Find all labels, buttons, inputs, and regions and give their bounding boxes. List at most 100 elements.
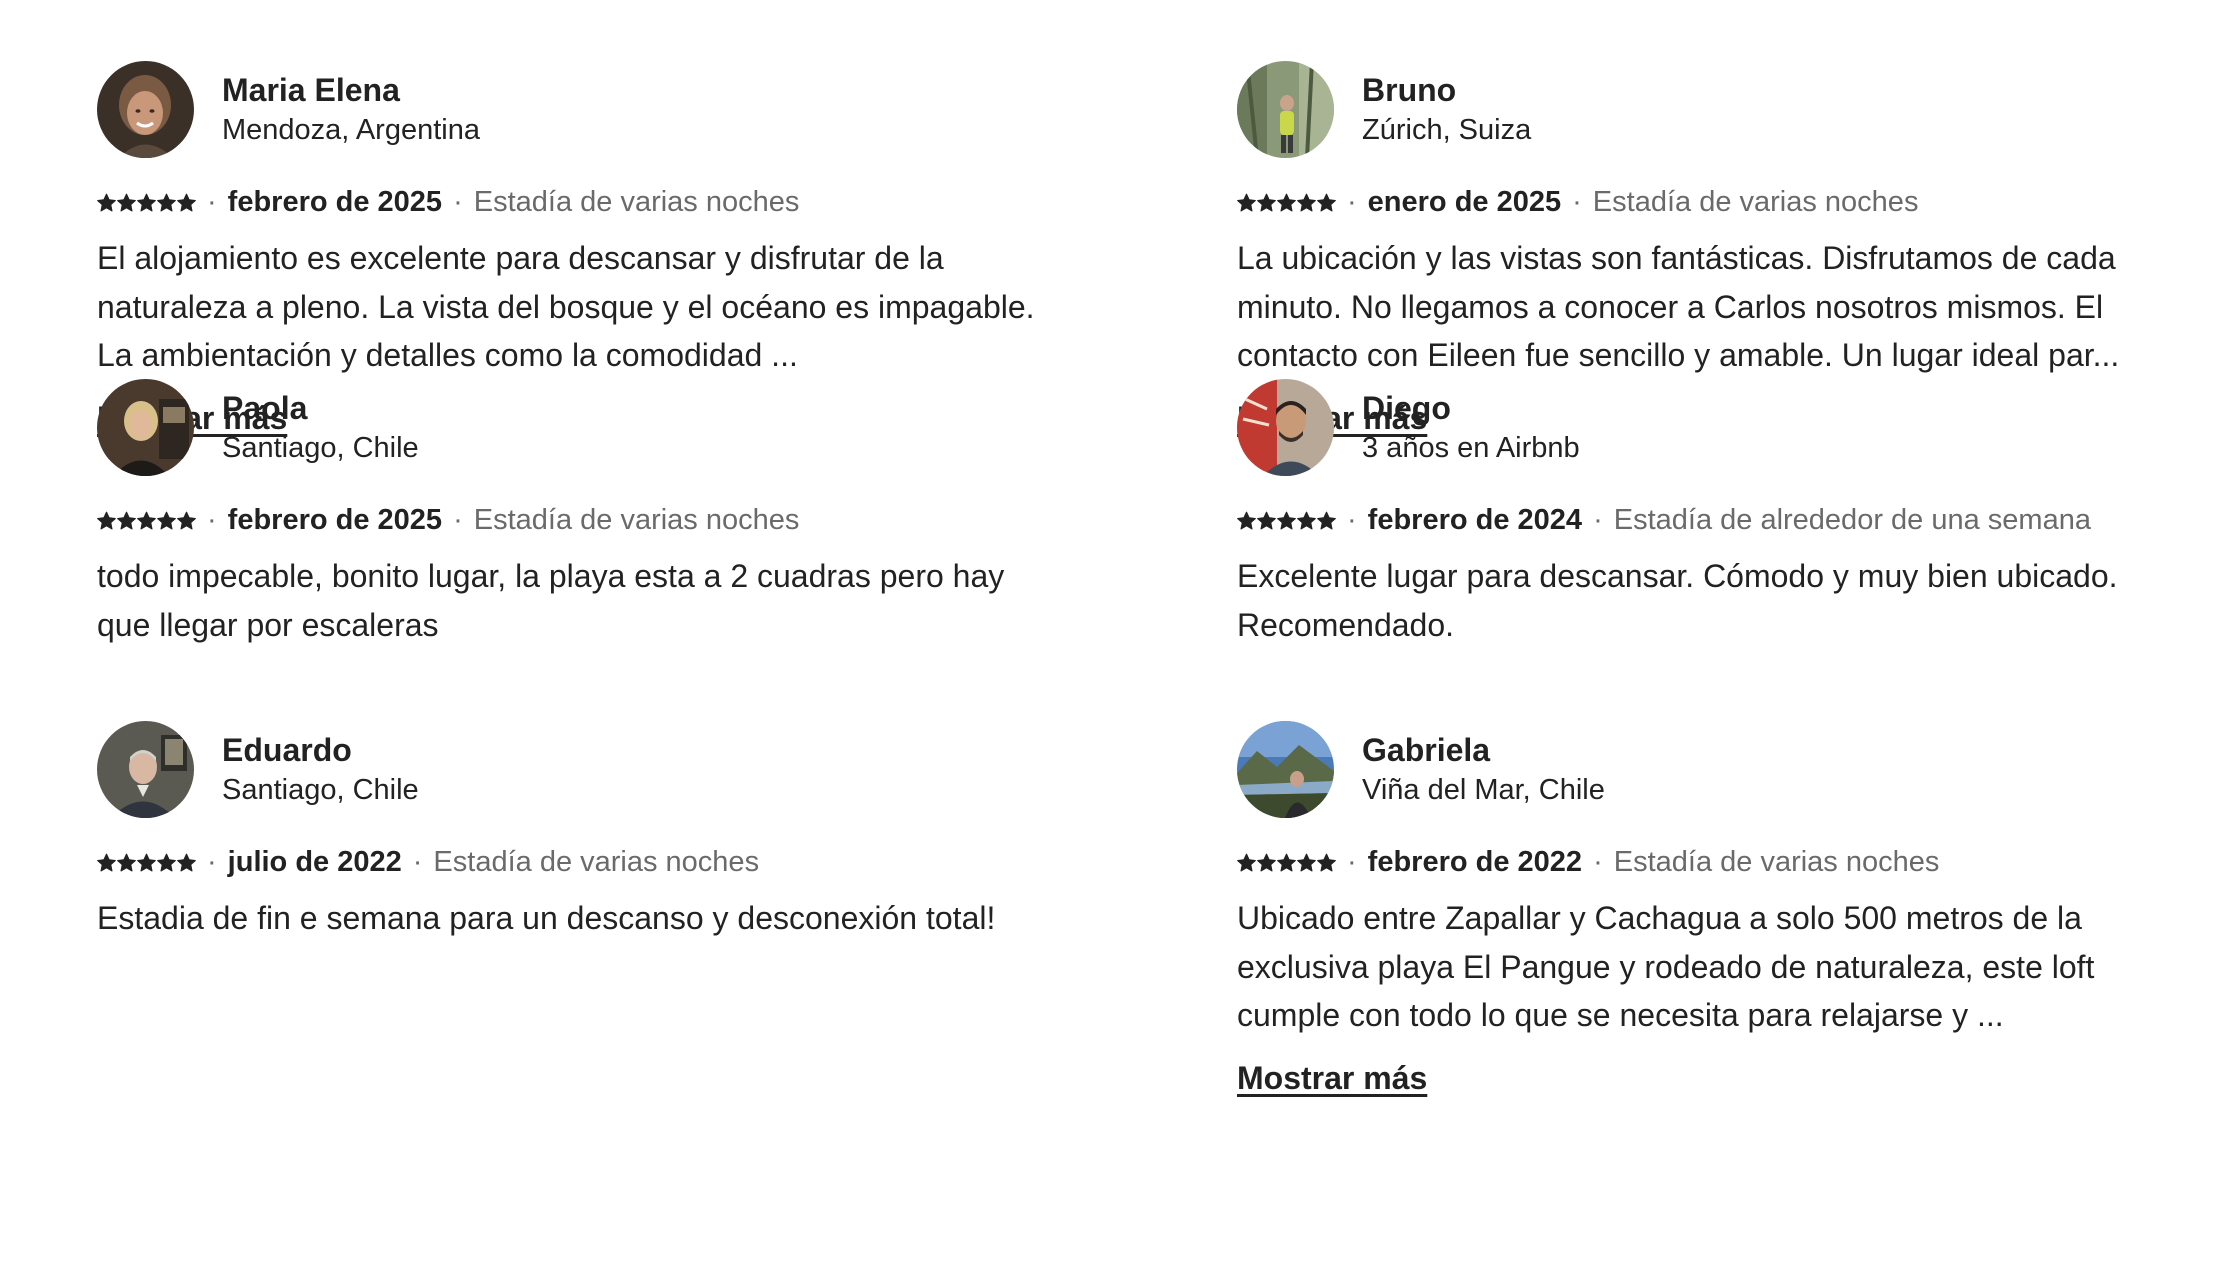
review-meta: · febrero de 2025 · Estadía de varias no… [97, 182, 1057, 222]
separator-dot: · [1347, 846, 1357, 878]
review-text: El alojamiento es excelente para descans… [97, 240, 1035, 373]
reviews-grid: Maria Elena Mendoza, Argentina · febrero… [97, 61, 2157, 1098]
avatar[interactable] [97, 721, 194, 818]
rating-stars [1237, 193, 1336, 212]
review-meta: · febrero de 2024 · Estadía de alrededor… [1237, 500, 2197, 540]
review-header: Gabriela Viña del Mar, Chile [1237, 721, 2197, 818]
review-meta: · febrero de 2022 · Estadía de varias no… [1237, 842, 2197, 882]
review-meta: · febrero de 2025 · Estadía de varias no… [97, 500, 1057, 540]
reviewer-name: Paola [222, 389, 308, 426]
star-icon [1237, 511, 1256, 530]
review-header: Bruno Zúrich, Suiza [1237, 61, 2197, 158]
review-date: febrero de 2024 [1367, 504, 1583, 536]
stay-type: Estadía de varias noches [473, 186, 800, 218]
star-icon [1237, 193, 1256, 212]
star-icon [97, 193, 116, 212]
rating-stars [1237, 853, 1336, 872]
review-header: Maria Elena Mendoza, Argentina [97, 61, 1057, 158]
avatar[interactable] [97, 379, 194, 476]
review-meta: · enero de 2025 · Estadía de varias noch… [1237, 182, 2197, 222]
star-icon [1297, 193, 1316, 212]
review-header: Eduardo Santiago, Chile [97, 721, 1057, 818]
avatar[interactable] [97, 61, 194, 158]
separator-dot: · [207, 504, 217, 536]
review-date: julio de 2022 [227, 846, 402, 878]
review-header: Paola Santiago, Chile [97, 379, 1057, 476]
star-icon [1277, 511, 1296, 530]
stay-type: Estadía de varias noches [1592, 186, 1919, 218]
star-icon [1237, 853, 1256, 872]
review-card: Diego 3 años en Airbnb · febrero de 2024… [1237, 379, 2197, 721]
reviewer-name: Diego [1362, 389, 1451, 426]
reviewer-location: Mendoza, Argentina [222, 113, 480, 146]
star-icon [137, 853, 156, 872]
review-text: Excelente lugar para descansar. Cómodo y… [1237, 558, 2118, 643]
star-icon [157, 193, 176, 212]
review-date: febrero de 2025 [227, 504, 443, 536]
review-card: Eduardo Santiago, Chile · julio de 2022 … [97, 721, 1057, 1098]
stay-type: Estadía de alrededor de una semana [1613, 504, 2091, 536]
review-date: febrero de 2022 [1367, 846, 1583, 878]
star-icon [157, 853, 176, 872]
star-icon [1297, 511, 1316, 530]
review-date: enero de 2025 [1367, 186, 1562, 218]
reviewer-location: Viña del Mar, Chile [1362, 773, 1605, 806]
review-text: Estadia de fin e semana para un descanso… [97, 900, 996, 936]
stay-type: Estadía de varias noches [433, 846, 760, 878]
separator-dot: · [453, 186, 463, 218]
review-header: Diego 3 años en Airbnb [1237, 379, 2197, 476]
separator-dot: · [1347, 186, 1357, 218]
separator-dot: · [1347, 504, 1357, 536]
separator-dot: · [412, 846, 423, 878]
star-icon [97, 511, 116, 530]
star-icon [1257, 511, 1276, 530]
rating-stars [97, 511, 196, 530]
review-meta: · julio de 2022 · Estadía de varias noch… [97, 842, 1057, 882]
show-more-link[interactable]: Mostrar más [1237, 1058, 1427, 1098]
reviewer-location: Santiago, Chile [222, 773, 419, 806]
star-icon [117, 193, 136, 212]
review-text: Ubicado entre Zapallar y Cachagua a solo… [1237, 900, 2095, 1033]
star-icon [117, 853, 136, 872]
reviewer-location: Santiago, Chile [222, 431, 419, 464]
reviewer-name: Bruno [1362, 71, 1457, 108]
separator-dot: · [207, 186, 217, 218]
stay-type: Estadía de varias noches [1613, 846, 1940, 878]
separator-dot: · [1593, 846, 1603, 878]
star-icon [1317, 853, 1336, 872]
reviewer-location: 3 años en Airbnb [1362, 431, 1580, 464]
avatar[interactable] [1237, 61, 1334, 158]
star-icon [177, 853, 196, 872]
separator-dot: · [453, 504, 463, 536]
reviewer-name: Maria Elena [222, 71, 400, 108]
reviewer-location: Zúrich, Suiza [1362, 113, 1532, 146]
star-icon [1297, 853, 1316, 872]
review-card: Bruno Zúrich, Suiza · enero de 2025 · Es… [1237, 61, 2197, 436]
review-card: Maria Elena Mendoza, Argentina · febrero… [97, 61, 1057, 436]
star-icon [137, 193, 156, 212]
star-icon [1257, 853, 1276, 872]
review-text: La ubicación y las vistas son fantástica… [1237, 240, 2120, 373]
rating-stars [1237, 511, 1336, 530]
separator-dot: · [1593, 504, 1603, 536]
rating-stars [97, 853, 196, 872]
review-date: febrero de 2025 [227, 186, 443, 218]
rating-stars [97, 193, 196, 212]
separator-dot: · [1572, 186, 1582, 218]
star-icon [177, 511, 196, 530]
star-icon [1277, 853, 1296, 872]
star-icon [117, 511, 136, 530]
separator-dot: · [207, 846, 217, 878]
avatar[interactable] [1237, 379, 1334, 476]
review-card: Gabriela Viña del Mar, Chile · febrero d… [1237, 721, 2197, 1098]
star-icon [137, 511, 156, 530]
reviewer-name: Gabriela [1362, 731, 1491, 768]
avatar[interactable] [1237, 721, 1334, 818]
star-icon [97, 853, 116, 872]
reviewer-name: Eduardo [222, 731, 352, 768]
star-icon [1317, 511, 1336, 530]
star-icon [1277, 193, 1296, 212]
stay-type: Estadía de varias noches [473, 504, 800, 536]
review-text: todo impecable, bonito lugar, la playa e… [97, 558, 1005, 643]
star-icon [177, 193, 196, 212]
